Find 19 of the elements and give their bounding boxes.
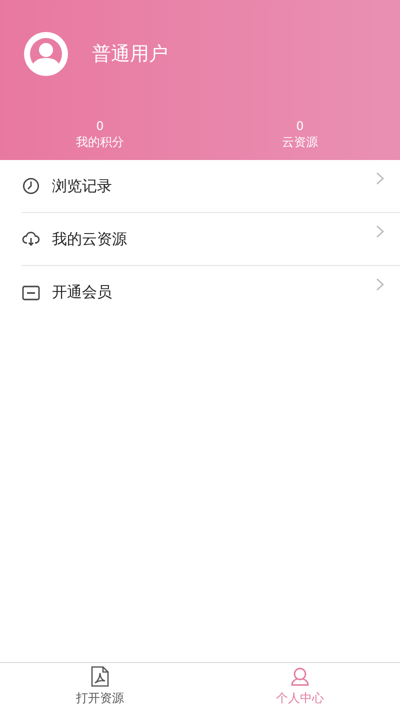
menu-item[interactable]: 浏览记录 [22, 160, 400, 213]
menu-label: 浏览记录 [52, 176, 112, 197]
user-name: 普通用户 [92, 42, 168, 67]
document-icon [91, 666, 109, 687]
menu-label: 我的云资源 [52, 228, 127, 250]
menu-item[interactable]: 开通会员 [22, 266, 400, 319]
stat-value: 0 [296, 118, 304, 134]
chevron-icon [376, 278, 384, 291]
card-icon [22, 284, 40, 300]
chevron-icon [376, 224, 384, 238]
chevron-icon [376, 172, 384, 184]
avatar-icon[interactable] [24, 32, 68, 76]
menu-item[interactable]: 我的云资源 [22, 213, 400, 266]
clock-icon [22, 177, 40, 195]
cloud-download-icon [22, 230, 40, 248]
user-icon [291, 666, 309, 686]
menu-label: 开通会员 [52, 282, 112, 304]
tab[interactable]: 打开资源 [0, 663, 200, 710]
stat-value: 0 [96, 118, 104, 134]
